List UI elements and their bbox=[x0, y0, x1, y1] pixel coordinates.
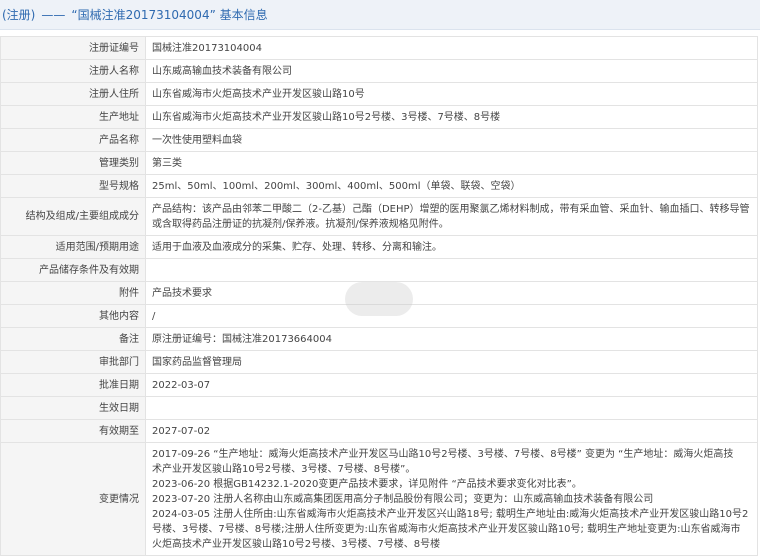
row-label: 注册证编号 bbox=[0, 36, 146, 60]
row-value: 国械注准20173104004 bbox=[145, 36, 758, 60]
table-row: 管理类别 第三类 bbox=[0, 151, 758, 175]
row-label: 审批部门 bbox=[0, 350, 146, 374]
row-value: 产品结构：该产品由邻苯二甲酸二（2-乙基）己酯（DEHP）增塑的医用聚氯乙烯材料… bbox=[145, 197, 758, 236]
row-label: 附件 bbox=[0, 281, 146, 305]
table-row: 产品储存条件及有效期 bbox=[0, 258, 758, 282]
row-value: 适用于血液及血液成分的采集、贮存、处理、转移、分离和输注。 bbox=[145, 235, 758, 259]
table-row-changes: 变更情况 2017-09-26 “生产地址：威海火炬高技术产业开发区马山路10号… bbox=[0, 442, 758, 556]
table-row: 审批部门 国家药品监督管理局 bbox=[0, 350, 758, 374]
row-value: 山东省威海市火炬高技术产业开发区骏山路10号2号楼、3号楼、7号楼、8号楼 bbox=[145, 105, 758, 129]
row-value: 25ml、50ml、100ml、200ml、300ml、400ml、500ml（… bbox=[145, 174, 758, 198]
row-value: 山东威高输血技术装备有限公司 bbox=[145, 59, 758, 83]
table-row: 产品名称 一次性使用塑料血袋 bbox=[0, 128, 758, 152]
row-label: 其他内容 bbox=[0, 304, 146, 328]
row-label: 生效日期 bbox=[0, 396, 146, 420]
table-row: 生效日期 bbox=[0, 396, 758, 420]
change-entry-line: 2023-06-20 根据GB14232.1-2020变更产品技术要求，详见附件… bbox=[152, 478, 582, 490]
row-label: 适用范围/预期用途 bbox=[0, 235, 146, 259]
table-row: 适用范围/预期用途 适用于血液及血液成分的采集、贮存、处理、转移、分离和输注。 bbox=[0, 235, 758, 259]
table-row: 注册人住所 山东省威海市火炬高技术产业开发区骏山路10号 bbox=[0, 82, 758, 106]
header-prefix: (注册) bbox=[2, 8, 36, 22]
row-value bbox=[145, 258, 758, 282]
row-value: 国家药品监督管理局 bbox=[145, 350, 758, 374]
header-dash: —— bbox=[41, 7, 66, 22]
row-label: 批准日期 bbox=[0, 373, 146, 397]
row-value: 一次性使用塑料血袋 bbox=[145, 128, 758, 152]
table-row: 结构及组成/主要组成成分 产品结构：该产品由邻苯二甲酸二（2-乙基）己酯（DEH… bbox=[0, 197, 758, 236]
row-value: / bbox=[145, 304, 758, 328]
page-title: “国械注准20173104004” 基本信息 bbox=[71, 8, 268, 22]
row-label: 生产地址 bbox=[0, 105, 146, 129]
page-header: (注册) —— “国械注准20173104004” 基本信息 bbox=[0, 0, 760, 30]
row-label: 型号规格 bbox=[0, 174, 146, 198]
change-entry-line: 2023-07-20 注册人名称由山东威高集团医用高分子制品股份有限公司；变更为… bbox=[152, 493, 654, 505]
row-label: 注册人住所 bbox=[0, 82, 146, 106]
change-entry-line: 术产业开发区骏山路10号2号楼、3号楼、7号楼、8号楼”。 bbox=[152, 463, 416, 475]
row-value bbox=[145, 396, 758, 420]
table-row: 型号规格 25ml、50ml、100ml、200ml、300ml、400ml、5… bbox=[0, 174, 758, 198]
row-value: 第三类 bbox=[145, 151, 758, 175]
row-value: 原注册证编号：国械注准20173664004 bbox=[145, 327, 758, 351]
table-row: 注册证编号 国械注准20173104004 bbox=[0, 36, 758, 60]
row-label: 备注 bbox=[0, 327, 146, 351]
table-row: 批准日期 2022-03-07 bbox=[0, 373, 758, 397]
row-label: 注册人名称 bbox=[0, 59, 146, 83]
row-value: 2022-03-07 bbox=[145, 373, 758, 397]
row-value: 山东省威海市火炬高技术产业开发区骏山路10号 bbox=[145, 82, 758, 106]
change-entry-line: 号楼、3号楼、7号楼、8号楼;注册人住所变更为:山东省威海市火炬高技术产业开发区… bbox=[152, 523, 741, 535]
row-value: 2027-07-02 bbox=[145, 419, 758, 443]
table-row: 生产地址 山东省威海市火炬高技术产业开发区骏山路10号2号楼、3号楼、7号楼、8… bbox=[0, 105, 758, 129]
change-entry-line: 火炬高技术产业开发区骏山路10号2号楼、3号楼、7号楼、8号楼 bbox=[152, 538, 441, 550]
row-label: 产品储存条件及有效期 bbox=[0, 258, 146, 282]
table-row: 注册人名称 山东威高输血技术装备有限公司 bbox=[0, 59, 758, 83]
row-label: 管理类别 bbox=[0, 151, 146, 175]
change-entry-line: 2017-09-26 “生产地址：威海火炬高技术产业开发区马山路10号2号楼、3… bbox=[152, 448, 734, 460]
change-history: 2017-09-26 “生产地址：威海火炬高技术产业开发区马山路10号2号楼、3… bbox=[145, 442, 758, 556]
row-label: 变更情况 bbox=[0, 442, 146, 556]
table-row: 有效期至 2027-07-02 bbox=[0, 419, 758, 443]
change-entry-line: 2024-03-05 注册人住所由:山东省威海市火炬高技术产业开发区兴山路18号… bbox=[152, 508, 749, 520]
table-row: 备注 原注册证编号：国械注准20173664004 bbox=[0, 327, 758, 351]
row-value: 产品技术要求 bbox=[145, 281, 758, 305]
loading-watermark bbox=[345, 282, 413, 316]
row-label: 产品名称 bbox=[0, 128, 146, 152]
row-label: 有效期至 bbox=[0, 419, 146, 443]
row-label: 结构及组成/主要组成成分 bbox=[0, 197, 146, 236]
